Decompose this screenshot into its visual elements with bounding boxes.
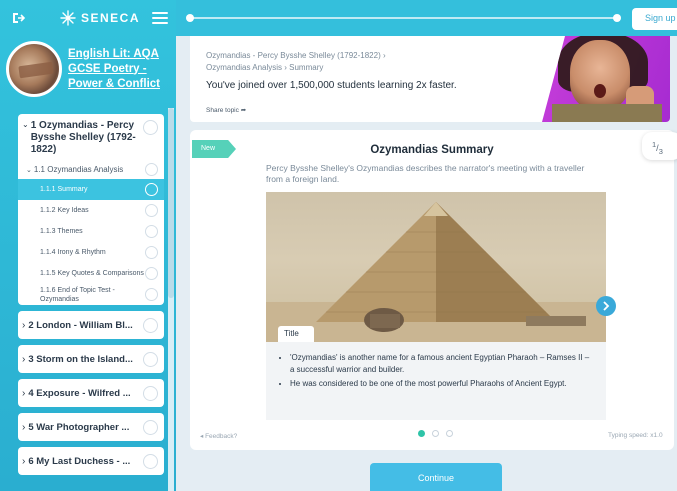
breadcrumb-line-1[interactable]: Ozymandias - Percy Bysshe Shelley (1792-… [206,50,386,62]
progress-circle-icon [143,385,158,401]
card-title: Ozymandias Summary [370,144,494,156]
topic-label: 6 My Last Duchess - ... [28,455,131,467]
progress-circle-icon [145,288,158,301]
continue-button[interactable]: Continue [370,463,502,491]
progress-circle-icon [143,317,158,333]
lesson-label: 1.1.1 Summary [40,186,88,193]
topic-header[interactable]: ⌄ 1 Ozymandias - Percy Bysshe Shelley (1… [18,114,164,160]
topic-item[interactable]: › 6 My Last Duchess - ... [18,447,164,475]
slide-pagination [418,430,453,437]
lesson-label: 1.1.5 Key Quotes & Comparisons [40,270,144,277]
breadcrumb-line-2[interactable]: Ozymandias Analysis › Summary [206,62,323,74]
topic-banner: Ozymandias - Percy Bysshe Shelley (1792-… [190,36,670,122]
chevron-down-icon: ⌄ [22,120,29,129]
progress-end-dot [613,14,621,22]
topic-label: 5 War Photographer ... [28,421,130,433]
chevron-right-icon [603,301,610,311]
lesson-label: 1.1.2 Key Ideas [40,207,89,214]
chevron-right-icon: › [22,353,26,365]
page-total: 3 [658,146,663,156]
topic-label: 3 Storm on the Island... [28,353,133,365]
sidebar: SENECA English Lit: AQA GCSE Poetry - Po… [0,0,176,491]
topic-item[interactable]: › 4 Exposure - Wilfred ... [18,379,164,407]
pagination-dot[interactable] [432,430,439,437]
lesson-label: 1.1.6 End of Topic Test - Ozymandias [40,286,115,303]
progress-circle-icon [145,163,158,176]
lesson-item[interactable]: 1.1.6 End of Topic Test - Ozymandias [18,284,164,305]
progress-start-dot [186,14,194,22]
topic-item-open: ⌄ 1 Ozymandias - Percy Bysshe Shelley (1… [18,114,164,305]
pagination-dot[interactable] [446,430,453,437]
typing-speed-control[interactable]: Typing speed: x1.0 [608,432,663,439]
progress-circle-icon [145,246,158,259]
bullet-item: 'Ozymandias' is another name for a famou… [290,352,592,376]
sidebar-scroll-thumb[interactable] [168,108,174,298]
share-topic-label: Share topic [206,107,239,114]
lesson-label: 1.1.4 Irony & Rhythm [40,249,106,256]
chevron-down-icon: ⌄ [26,166,32,174]
topic-label: 4 Exposure - Wilfred ... [28,387,131,399]
promo-image [542,36,670,122]
topic-list: ⌄ 1 Ozymandias - Percy Bysshe Shelley (1… [0,108,170,475]
progress-circle-icon [143,453,158,469]
topic-item[interactable]: › 3 Storm on the Island... [18,345,164,373]
progress-circle-icon [145,267,158,280]
lesson-item[interactable]: 1.1.4 Irony & Rhythm [18,242,164,263]
lesson-item[interactable]: 1.1.3 Themes [18,221,164,242]
next-slide-button[interactable] [596,296,616,316]
card-description: Percy Bysshe Shelley's Ozymandias descri… [266,163,585,184]
content-card: New Ozymandias Summary Percy Bysshe Shel… [190,130,677,450]
page-counter: 1/3 [642,132,677,160]
topic-item[interactable]: › 2 London - William Bl... [18,311,164,339]
lesson-item[interactable]: 1.1.2 Key Ideas [18,200,164,221]
course-title[interactable]: English Lit: AQA GCSE Poetry - Power & C… [68,47,170,92]
progress-circle-icon [143,351,158,367]
topic-label: 2 London - William Bl... [28,319,133,331]
chevron-right-icon: › [22,455,26,467]
session-progress-track [188,17,618,19]
topic-label: 1 Ozymandias - Percy Bysshe Shelley (179… [30,120,136,155]
image-title-tab: Title [278,326,314,342]
sidebar-header: SENECA [0,0,176,36]
chevron-right-icon: › [22,319,26,331]
logo-text: SENECA [81,11,141,25]
lesson-item[interactable]: 1.1.1 Summary [18,179,164,200]
topic-item[interactable]: › 5 War Photographer ... [18,413,164,441]
bullet-item: He was considered to be one of the most … [290,378,592,390]
megaphone-icon: ◂ [200,433,204,440]
exit-icon[interactable] [8,10,30,26]
seneca-logo-icon [60,10,76,26]
progress-circle-icon [145,225,158,238]
pagination-dot[interactable] [418,430,425,437]
chevron-right-icon: › [22,387,26,399]
lesson-label: 1.1.3 Themes [40,228,83,235]
hamburger-menu-icon[interactable] [152,12,168,24]
pyramid-image [266,192,606,342]
progress-circle-icon [143,120,158,135]
banner-headline: You've joined over 1,500,000 students le… [206,80,457,91]
share-arrow-icon: ➦ [240,107,247,114]
signup-button[interactable]: Sign up [632,8,677,30]
page-number: 1 [652,140,657,149]
subtopic-label: 1.1 Ozymandias Analysis [33,165,124,174]
feedback-link[interactable]: ◂ Feedback? [200,432,237,440]
progress-circle-icon [143,419,158,435]
chevron-right-icon: › [22,421,26,433]
lesson-item[interactable]: 1.1.5 Key Quotes & Comparisons [18,263,164,284]
summary-bullets: 'Ozymandias' is another name for a famou… [266,342,606,420]
progress-circle-icon [145,204,158,217]
subtopic-header[interactable]: ⌄ 1.1 Ozymandias Analysis [18,160,164,179]
progress-circle-icon [145,183,158,196]
top-bar: Sign up [176,0,677,36]
seneca-logo[interactable]: SENECA [60,10,140,26]
course-header[interactable]: English Lit: AQA GCSE Poetry - Power & C… [0,36,176,102]
course-thumbnail [6,41,62,97]
share-topic-link[interactable]: Share topic ➦ [206,106,246,114]
feedback-label: Feedback? [205,433,238,440]
